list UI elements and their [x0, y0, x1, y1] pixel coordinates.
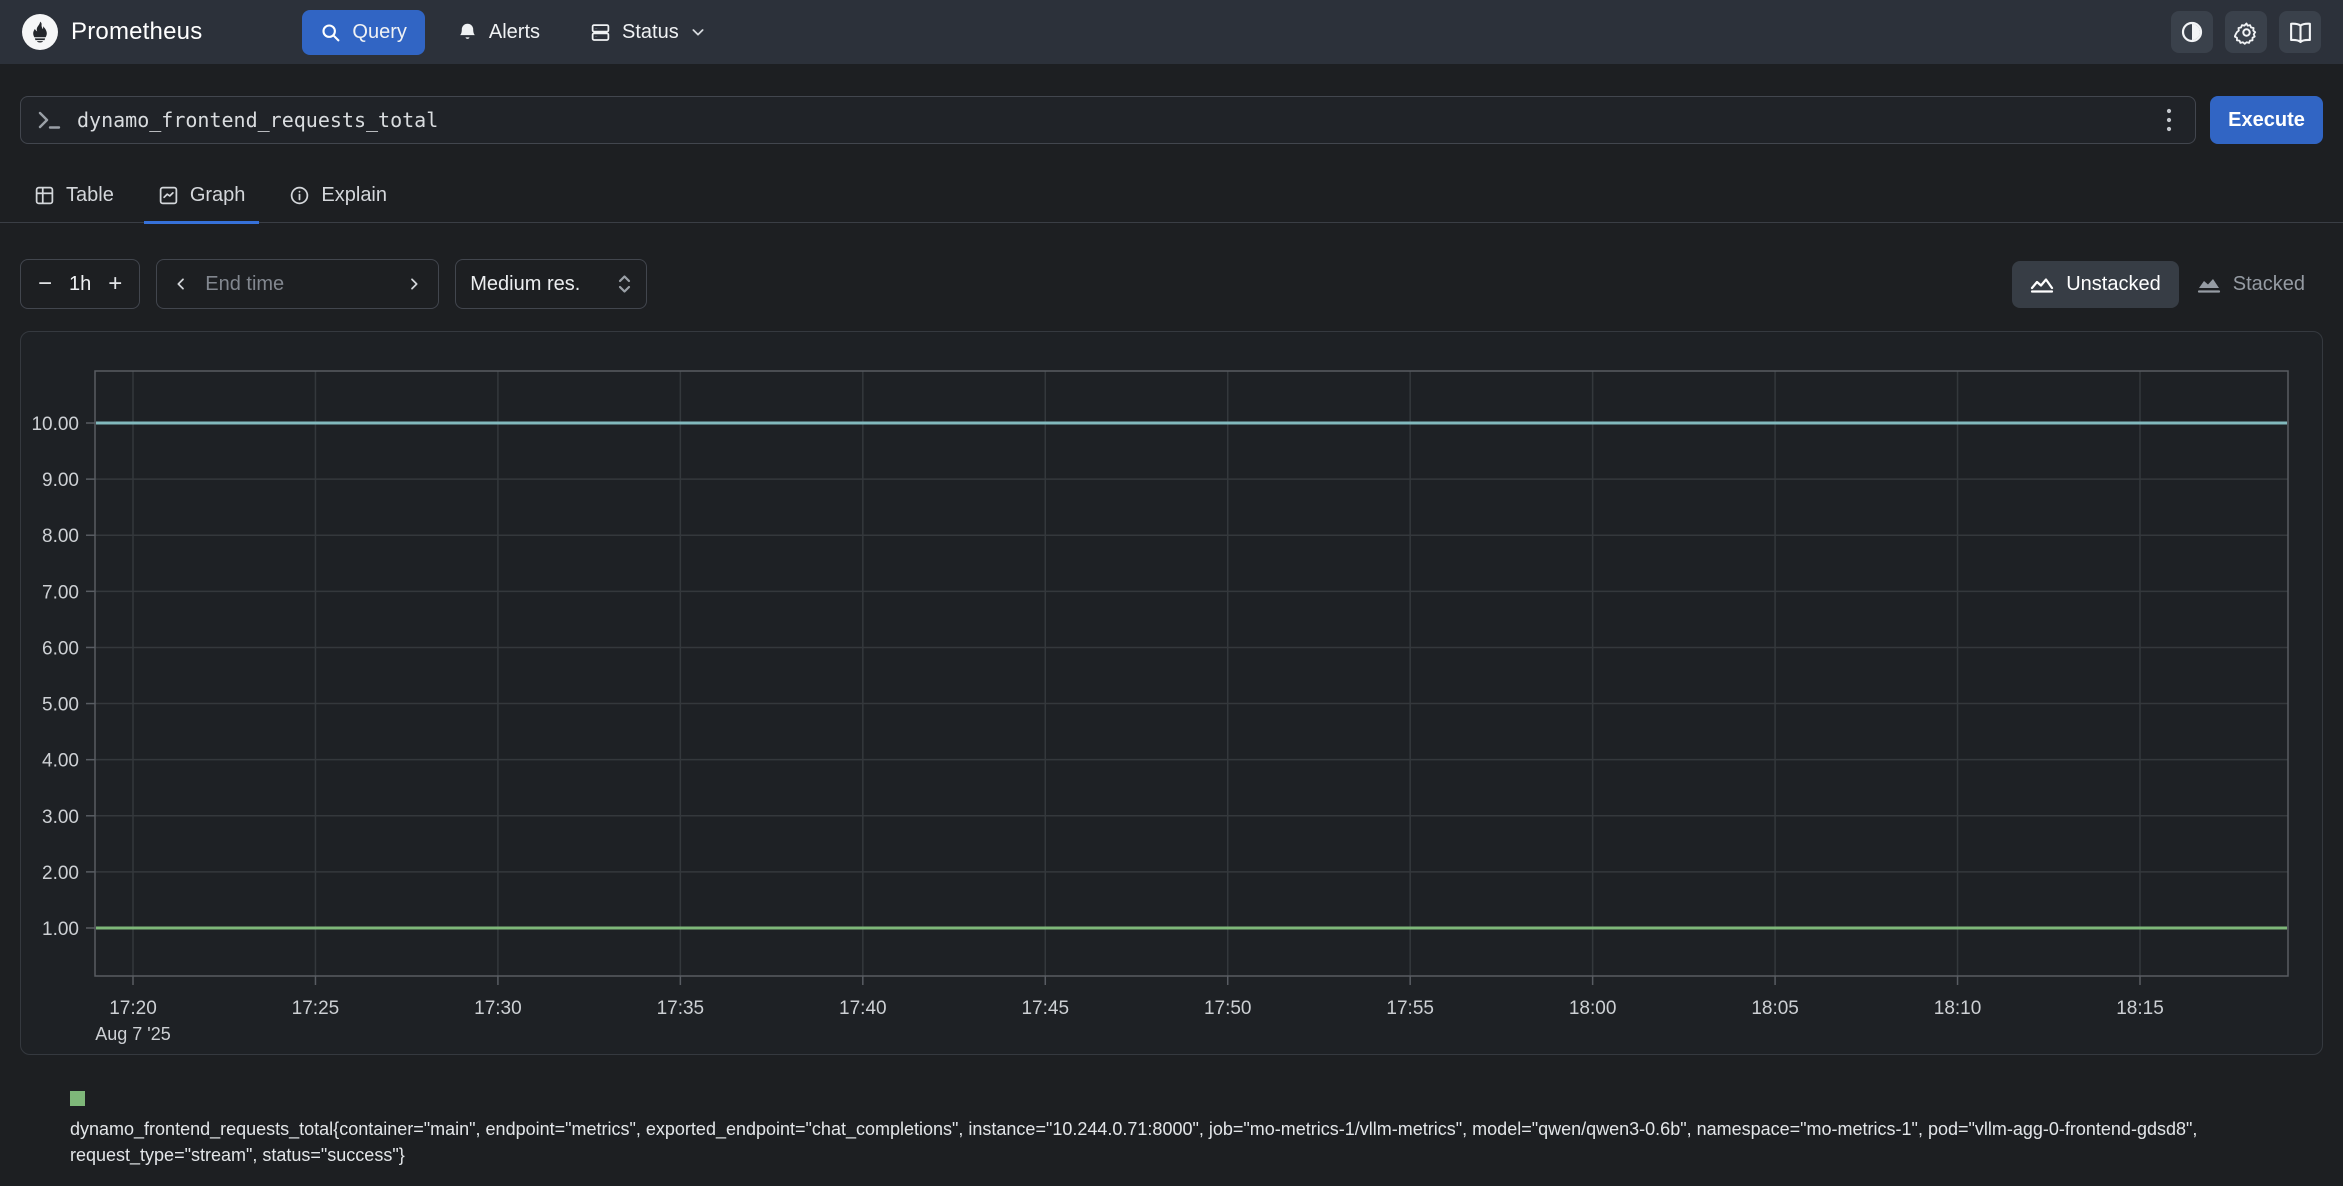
result-tabs: Table Graph Explain	[0, 170, 2343, 223]
nav-menu: Query Alerts Status	[302, 10, 723, 55]
expression-input[interactable]: dynamo_frontend_requests_total	[20, 96, 2196, 144]
y-tick-label: 2.00	[42, 863, 79, 884]
tab-graph[interactable]: Graph	[144, 170, 260, 224]
x-tick-label: 17:50	[1204, 998, 1252, 1019]
x-tick-label: 18:00	[1569, 998, 1617, 1019]
terminal-prompt-icon	[37, 109, 63, 131]
graph-canvas[interactable]: 17:20 17:25 17:30 17:35 17:40 17:45 17:50 17:55…	[21, 332, 2322, 1054]
gear-icon	[2234, 20, 2259, 45]
x-tick-label: 18:05	[1751, 998, 1799, 1019]
x-tick-label: 17:55	[1386, 998, 1434, 1019]
range-decrease-button[interactable]: −	[27, 270, 63, 298]
nav-actions	[2171, 11, 2321, 53]
documentation-button[interactable]	[2279, 11, 2321, 53]
y-tick-label: 7.00	[42, 582, 79, 603]
x-tick-label: 17:20	[109, 998, 157, 1019]
legend-swatch	[70, 1091, 85, 1106]
graph-controls: − 1h + End time Medium res. Unstacked St…	[20, 259, 2323, 309]
bell-icon	[457, 22, 478, 43]
y-tick-label: 5.00	[42, 695, 79, 716]
legend-item[interactable]: dynamo_frontend_requests_total{container…	[70, 1091, 2323, 1168]
contrast-icon	[2180, 20, 2204, 44]
expression-text[interactable]: dynamo_frontend_requests_total	[77, 108, 2157, 132]
resolution-value: Medium res.	[470, 273, 617, 296]
stacked-button[interactable]: Stacked	[2179, 261, 2323, 308]
range-value[interactable]: 1h	[63, 273, 97, 296]
nav-item-alerts[interactable]: Alerts	[439, 10, 558, 55]
x-tick-label: 18:10	[1934, 998, 1982, 1019]
brand[interactable]: Prometheus	[22, 14, 202, 50]
y-tick-label: 10.00	[31, 414, 79, 435]
y-tick-label: 3.00	[42, 807, 79, 828]
x-tick-label: 17:25	[292, 998, 340, 1019]
graph-icon	[158, 185, 179, 206]
end-time-forward-button[interactable]	[400, 272, 428, 296]
x-tick-label: 18:15	[2116, 998, 2164, 1019]
tab-table[interactable]: Table	[20, 170, 128, 224]
unstacked-button[interactable]: Unstacked	[2012, 261, 2179, 308]
stacking-toggle: Unstacked Stacked	[2012, 261, 2323, 308]
server-icon	[590, 22, 611, 43]
y-tick-label: 8.00	[42, 526, 79, 547]
execute-button[interactable]: Execute	[2210, 96, 2323, 144]
plot-border	[95, 371, 2288, 976]
legend-series-label: dynamo_frontend_requests_total{container…	[70, 1116, 2270, 1168]
x-date-label: Aug 7 '25	[95, 1024, 171, 1044]
app-title: Prometheus	[71, 18, 202, 46]
chevron-down-icon	[690, 24, 706, 40]
y-tick-label: 9.00	[42, 470, 79, 491]
theme-toggle-button[interactable]	[2171, 11, 2213, 53]
prometheus-logo-icon	[22, 14, 58, 50]
end-time-picker[interactable]: End time	[156, 259, 439, 309]
range-increase-button[interactable]: +	[97, 270, 133, 298]
x-tick-label: 17:45	[1021, 998, 1069, 1019]
select-chevrons-icon	[617, 273, 632, 295]
info-icon	[289, 185, 310, 206]
end-time-back-button[interactable]	[167, 272, 195, 296]
unstacked-line-icon	[2030, 275, 2054, 293]
stacked-area-icon	[2197, 275, 2221, 293]
x-tick-label: 17:30	[474, 998, 522, 1019]
tab-explain[interactable]: Explain	[275, 170, 401, 224]
query-options-kebab[interactable]	[2157, 101, 2181, 139]
range-selector: − 1h +	[20, 259, 140, 309]
resolution-select[interactable]: Medium res.	[455, 259, 647, 309]
x-tick-label: 17:35	[657, 998, 705, 1019]
search-icon	[320, 22, 341, 43]
graph-legend: dynamo_frontend_requests_total{container…	[70, 1091, 2323, 1186]
settings-button[interactable]	[2225, 11, 2267, 53]
book-icon	[2288, 20, 2313, 45]
top-navbar: Prometheus Query Alerts Status	[0, 0, 2343, 64]
table-icon	[34, 185, 55, 206]
x-tick-label: 17:40	[839, 998, 887, 1019]
y-tick-label: 6.00	[42, 638, 79, 659]
graph-panel: 17:20 17:25 17:30 17:35 17:40 17:45 17:50 17:55…	[20, 331, 2323, 1055]
nav-item-query[interactable]: Query	[302, 10, 424, 55]
y-tick-label: 4.00	[42, 751, 79, 772]
nav-item-status[interactable]: Status	[572, 10, 724, 55]
end-time-input[interactable]: End time	[195, 273, 400, 296]
query-row: dynamo_frontend_requests_total Execute	[20, 96, 2323, 144]
y-tick-label: 1.00	[42, 919, 79, 940]
